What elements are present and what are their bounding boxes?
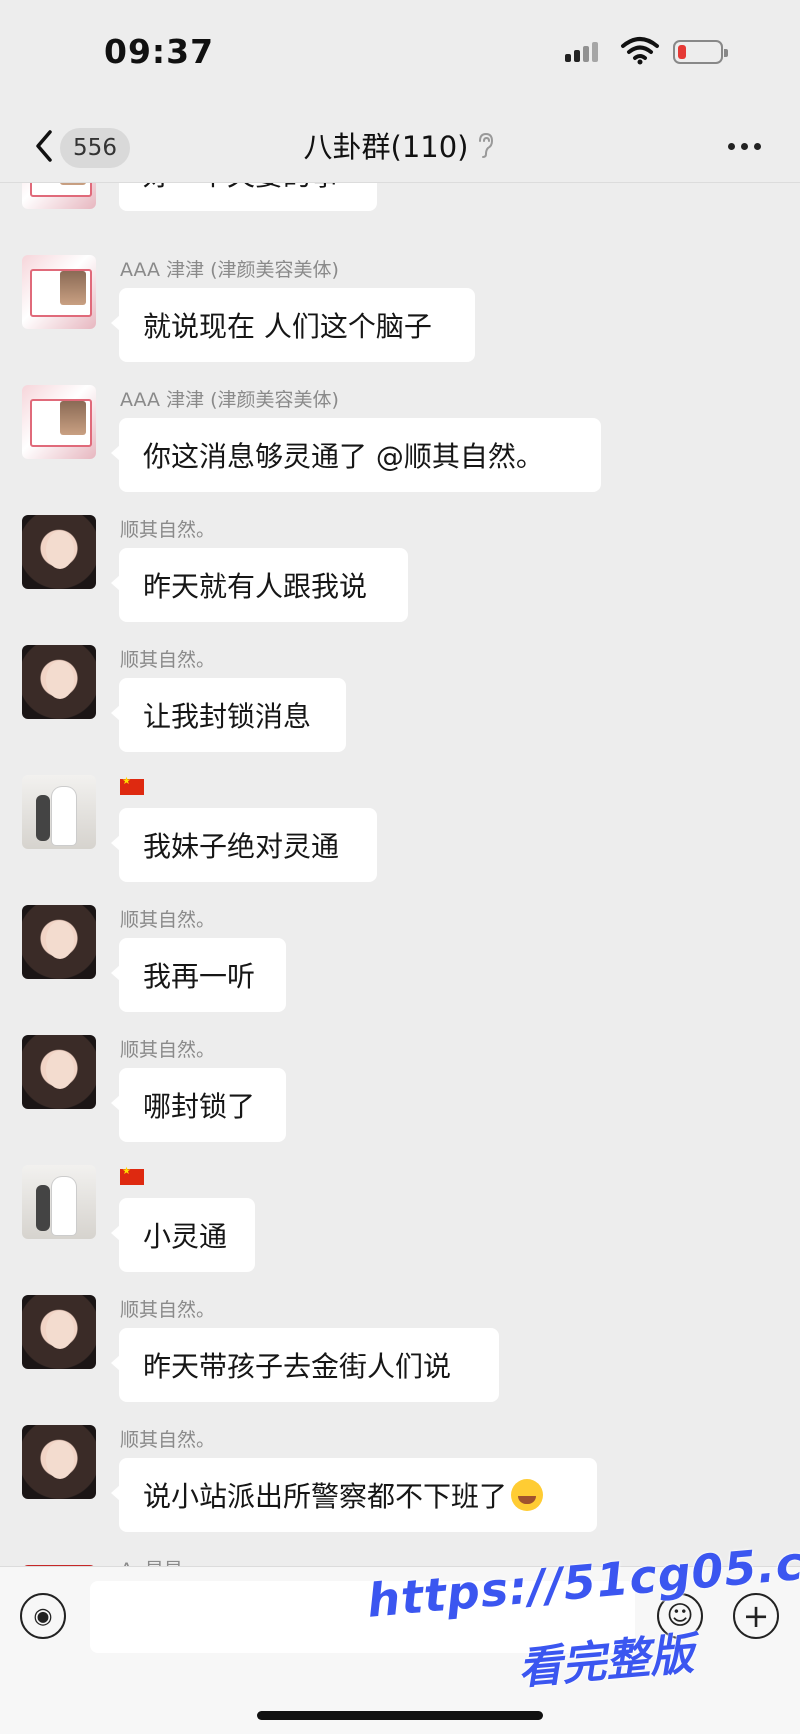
sender-name: 顺其自然。 xyxy=(120,1299,216,1321)
message-bubble[interactable]: 就说现在 人们这个脑子 xyxy=(111,288,475,362)
home-indicator[interactable] xyxy=(257,1711,543,1720)
wifi-icon xyxy=(621,37,659,65)
chat-title-group[interactable]: 八卦群(110) xyxy=(250,124,550,166)
more-options-icon[interactable] xyxy=(728,134,772,158)
message-bubble[interactable]: 小灵通 xyxy=(111,1198,255,1272)
avatar[interactable] xyxy=(22,775,96,849)
message-bubble[interactable]: 让我封锁消息 xyxy=(111,678,346,752)
message-list[interactable]: 好一个夫妻的事 AAA 津津 (津颜美容美体) 就说现在 人们这个脑子 AAA … xyxy=(0,183,800,1566)
sender-name: 顺其自然。 xyxy=(120,1429,216,1451)
china-flag-icon xyxy=(120,1166,144,1185)
sender-name: 顺其自然。 xyxy=(120,649,216,671)
battery-icon xyxy=(673,40,728,64)
message-bubble[interactable]: 你这消息够灵通了 @顺其自然。 xyxy=(111,418,601,492)
sender-name xyxy=(120,776,144,795)
avatar[interactable] xyxy=(22,1425,96,1499)
avatar[interactable] xyxy=(22,1295,96,1369)
sender-name: 顺其自然。 xyxy=(120,909,216,931)
crying-laughing-emoji-icon xyxy=(511,1479,544,1511)
unread-count-badge[interactable]: 556 xyxy=(60,128,130,168)
avatar[interactable] xyxy=(22,385,96,459)
message-text: 说小站派出所警察都不下班了 xyxy=(143,1480,508,1513)
message-bubble[interactable]: 说小站派出所警察都不下班了 xyxy=(111,1458,597,1532)
sender-name: 顺其自然。 xyxy=(120,1039,216,1061)
avatar[interactable] xyxy=(22,1035,96,1109)
avatar[interactable] xyxy=(22,515,96,589)
ear-mode-icon xyxy=(479,132,494,158)
more-actions-plus-icon[interactable]: + xyxy=(733,1593,779,1639)
avatar[interactable] xyxy=(22,1165,96,1239)
message-bubble[interactable]: 昨天带孩子去金街人们说 xyxy=(111,1328,499,1402)
avatar[interactable] xyxy=(22,255,96,329)
message-bubble[interactable]: 昨天就有人跟我说 xyxy=(111,548,408,622)
avatar[interactable] xyxy=(22,645,96,719)
avatar[interactable] xyxy=(22,183,96,209)
sender-name: AAA 津津 (津颜美容美体) xyxy=(120,389,339,411)
china-flag-icon xyxy=(120,776,144,795)
avatar[interactable] xyxy=(22,905,96,979)
sender-name: A. 星星 xyxy=(120,1555,183,1566)
sender-name: 顺其自然。 xyxy=(120,519,216,541)
chat-header: 556 八卦群(110) xyxy=(0,110,800,183)
sender-name: AAA 津津 (津颜美容美体) xyxy=(120,259,339,281)
sender-name xyxy=(120,1166,144,1185)
message-bubble[interactable]: 我妹子绝对灵通 xyxy=(111,808,377,882)
status-bar: 09:37 xyxy=(0,0,800,110)
message-bubble[interactable]: 哪封锁了 xyxy=(111,1068,286,1142)
chat-title: 八卦群(110) xyxy=(303,130,469,164)
status-time: 09:37 xyxy=(104,32,215,71)
message-bubble[interactable]: 我再一听 xyxy=(111,938,286,1012)
message-bubble[interactable]: 好一个夫妻的事 xyxy=(119,183,377,211)
voice-input-icon[interactable]: ◉ xyxy=(20,1593,66,1639)
cellular-signal-icon xyxy=(565,42,598,62)
